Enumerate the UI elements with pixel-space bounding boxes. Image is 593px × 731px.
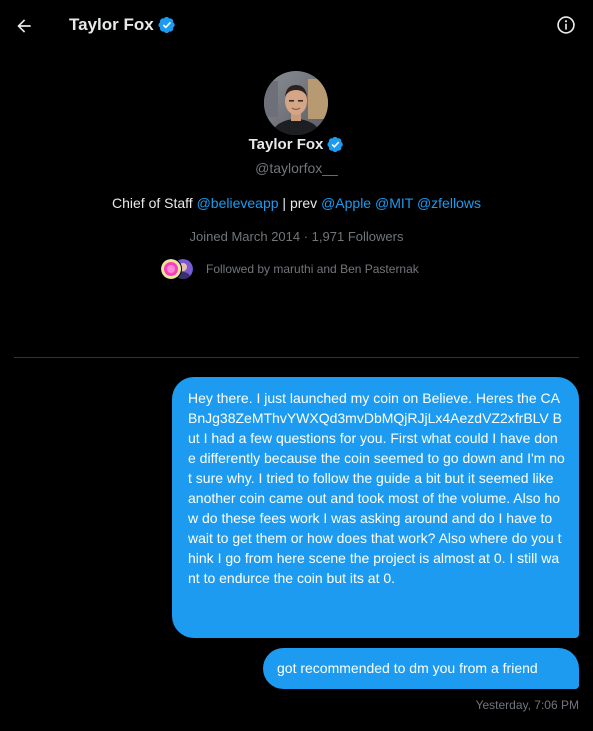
- profile-name[interactable]: Taylor Fox: [0, 136, 593, 153]
- back-button[interactable]: [10, 12, 38, 40]
- dm-conversation-page: Taylor Fox Taylor Fox @taylorfox__ Chief…: [0, 0, 593, 731]
- conversation-header: Taylor Fox: [0, 0, 593, 52]
- verified-badge-icon: [158, 16, 175, 34]
- avatar-image: [264, 71, 328, 135]
- bio-mention-believeapp[interactable]: @believeapp: [197, 195, 279, 211]
- message-bubble[interactable]: Hey there. I just launched my coin on Be…: [172, 377, 579, 638]
- message-timestamp: Yesterday, 7:06 PM: [475, 698, 579, 712]
- bio-mention-zfellows[interactable]: @zfellows: [417, 195, 481, 211]
- profile-bio: Chief of Staff @believeapp | prev @Apple…: [0, 195, 593, 211]
- followed-by-row[interactable]: Followed by maruthi and Ben Pasternak: [160, 258, 419, 280]
- profile-avatar[interactable]: [264, 71, 328, 135]
- bio-mention-apple[interactable]: @Apple: [321, 195, 371, 211]
- follower-avatars: [160, 258, 194, 280]
- header-name-text: Taylor Fox: [69, 15, 154, 34]
- follower-avatar: [160, 258, 182, 280]
- profile-name-text: Taylor Fox: [248, 136, 324, 153]
- message-bubble[interactable]: got recommended to dm you from a friend: [263, 648, 579, 689]
- profile-handle[interactable]: @taylorfox__: [0, 160, 593, 176]
- conversation-info-button[interactable]: [553, 12, 579, 38]
- arrow-left-icon: [17, 19, 31, 33]
- bio-mention-mit[interactable]: @MIT: [375, 195, 413, 211]
- verified-badge-icon: [327, 136, 344, 153]
- followed-by-text: Followed by maruthi and Ben Pasternak: [206, 262, 419, 276]
- header-title[interactable]: Taylor Fox: [69, 15, 176, 35]
- bio-text: Chief of Staff: [112, 195, 197, 211]
- bio-text: | prev: [278, 195, 322, 211]
- profile-meta: Joined March 2014 · 1,971 Followers: [189, 229, 404, 244]
- info-circle-icon: [557, 16, 575, 34]
- divider: [14, 357, 579, 358]
